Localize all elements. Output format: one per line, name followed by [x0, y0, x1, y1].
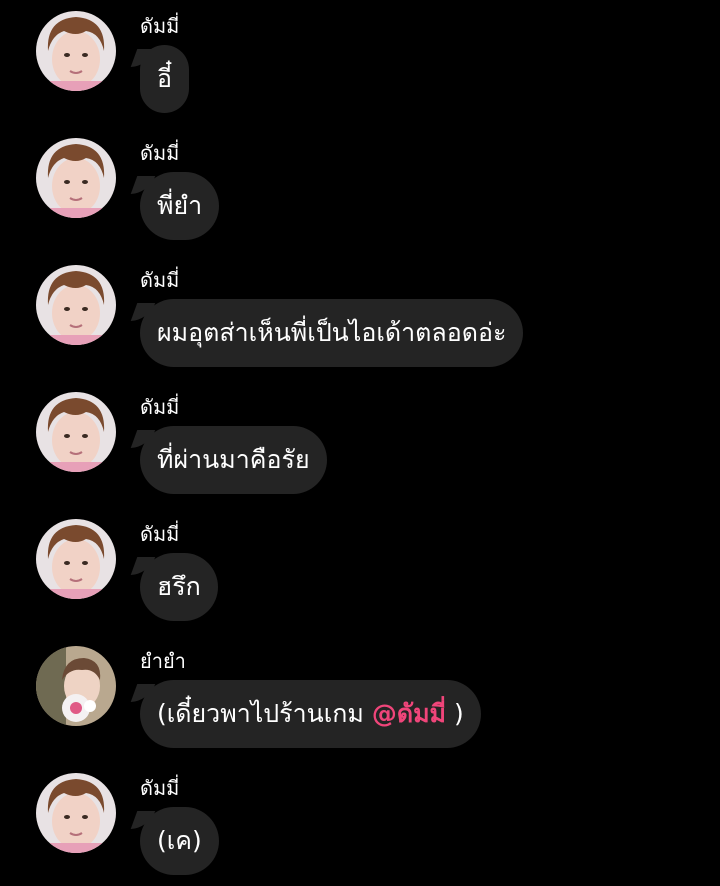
- avatar[interactable]: [36, 646, 116, 726]
- sender-name: ดัมมี่: [140, 776, 180, 800]
- chat-message: ดัมมี่ (เค): [0, 762, 720, 882]
- sender-name: ดัมมี่: [140, 14, 180, 38]
- chat-message: ดัมมี่ พี่ยำ: [0, 127, 720, 247]
- message-text: ผมอุตส่าเห็นพี่เป็นไอเด้าตลอดอ่ะ: [157, 318, 507, 347]
- avatar-photo: [36, 773, 116, 853]
- chat-message: ดัมมี่ อี๋: [0, 0, 720, 120]
- message-text: ที่ผ่านมาคือรัย: [157, 445, 310, 474]
- chat-thread: ดัมมี่ อี๋ ดัมมี่ พี่ยำ ดัมมี่ ผมอุตส่าเ…: [0, 0, 720, 886]
- sender-name: ดัมมี่: [140, 395, 180, 419]
- avatar-photo: [36, 265, 116, 345]
- message-bubble[interactable]: อี๋: [140, 45, 190, 113]
- message-text: (เค): [157, 826, 202, 855]
- avatar[interactable]: [36, 11, 116, 91]
- avatar[interactable]: [36, 265, 116, 345]
- message-bubble[interactable]: ฮรึก: [140, 553, 218, 621]
- message-bubble[interactable]: ที่ผ่านมาคือรัย: [140, 426, 327, 494]
- message-text: (เดี๋ยวพาไปร้านเกม @ดัมมี่ ): [157, 694, 464, 734]
- avatar[interactable]: [36, 519, 116, 599]
- chat-message: ดัมมี่ ที่ผ่านมาคือรัย: [0, 381, 720, 501]
- avatar-photo: [36, 646, 116, 726]
- user-mention[interactable]: @ดัมมี่: [372, 699, 446, 728]
- message-bubble[interactable]: พี่ยำ: [140, 172, 220, 240]
- avatar-photo: [36, 11, 116, 91]
- avatar-photo: [36, 138, 116, 218]
- chat-message: ยำยำ (เดี๋ยวพาไปร้านเกม @ดัมมี่ ): [0, 635, 720, 755]
- message-text: อี๋: [157, 64, 173, 93]
- sender-name: ยำยำ: [140, 649, 186, 673]
- avatar-photo: [36, 392, 116, 472]
- chat-message: ดัมมี่ ผมอุตส่าเห็นพี่เป็นไอเด้าตลอดอ่ะ: [0, 254, 720, 374]
- message-text-after: ): [446, 699, 464, 728]
- message-bubble[interactable]: (เดี๋ยวพาไปร้านเกม @ดัมมี่ ): [140, 680, 481, 748]
- sender-name: ดัมมี่: [140, 522, 180, 546]
- avatar[interactable]: [36, 773, 116, 853]
- sender-name: ดัมมี่: [140, 141, 180, 165]
- avatar[interactable]: [36, 138, 116, 218]
- sender-name: ดัมมี่: [140, 268, 180, 292]
- message-bubble[interactable]: (เค): [140, 807, 219, 875]
- message-text-before: (เดี๋ยวพาไปร้านเกม: [157, 699, 372, 728]
- avatar[interactable]: [36, 392, 116, 472]
- avatar-photo: [36, 519, 116, 599]
- message-bubble[interactable]: ผมอุตส่าเห็นพี่เป็นไอเด้าตลอดอ่ะ: [140, 299, 524, 367]
- chat-message: ดัมมี่ ฮรึก: [0, 508, 720, 628]
- message-text: พี่ยำ: [157, 191, 203, 220]
- message-text: ฮรึก: [157, 572, 201, 601]
